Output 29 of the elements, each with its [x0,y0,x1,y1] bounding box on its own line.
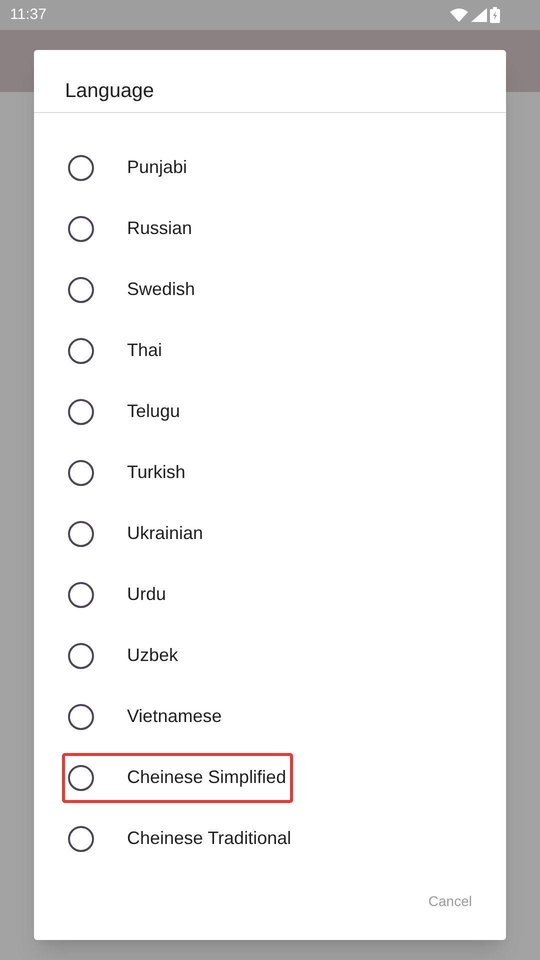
radio-button[interactable] [68,582,94,608]
language-label[interactable]: Urdu [127,581,166,608]
language-label[interactable]: Swedish [127,276,196,303]
radio-button[interactable] [68,398,94,424]
language-label[interactable]: Vietnamese [127,703,222,730]
radio-button[interactable] [68,704,94,730]
radio-button[interactable] [68,520,94,546]
dialog-title: Language [34,50,506,113]
radio-button[interactable] [68,460,94,486]
radio-button[interactable] [68,338,94,364]
radio-button[interactable] [68,216,94,242]
battery-icon [490,7,500,23]
radio-button[interactable] [68,764,94,790]
language-label[interactable]: Punjabi [127,154,188,181]
signal-icon [471,8,487,22]
radio-button[interactable] [68,276,94,302]
radio-button[interactable] [68,642,94,668]
status-time: 11:37 [10,4,46,25]
language-label[interactable]: Thai [127,337,162,364]
language-label[interactable]: Ukrainian [127,520,204,547]
language-label[interactable]: Telugu [127,398,180,425]
language-label[interactable]: Cheinese Simplified [127,764,286,791]
radio-button[interactable] [68,154,94,180]
language-label[interactable]: Cheinese Traditional [127,825,292,852]
wifi-icon [450,8,468,22]
language-label[interactable]: Turkish [127,459,186,486]
language-label[interactable]: Uzbek [127,642,178,669]
radio-button[interactable] [68,826,94,852]
language-label[interactable]: Russian [127,215,192,242]
